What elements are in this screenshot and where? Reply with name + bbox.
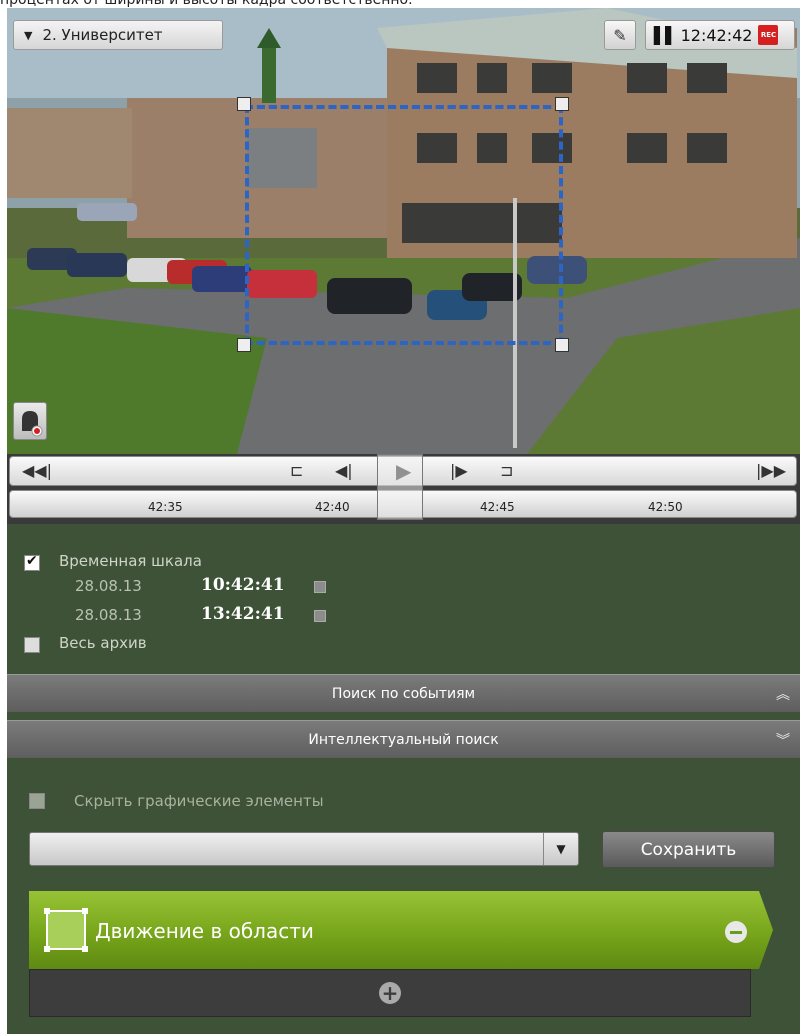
video-viewport[interactable]: ▼ 2. Университет ✎ ▌▌ 12:42:42 REC	[7, 8, 800, 454]
pencil-icon: ✎	[613, 25, 627, 45]
to-time[interactable]: 13:42:41	[201, 604, 285, 624]
area-detector-icon	[44, 908, 88, 952]
all-archive-checkbox[interactable]	[24, 637, 40, 653]
double-chevron-down-icon: ︾	[776, 732, 790, 749]
calendar-icon[interactable]	[314, 610, 326, 622]
skip-to-end-button[interactable]: |▶▶	[756, 461, 786, 480]
from-date[interactable]: 28.08.13	[75, 577, 142, 595]
smart-search-title: Интеллектуальный поиск	[308, 731, 499, 748]
timescale-label: Временная шкала	[59, 552, 202, 570]
minus-circle-icon[interactable]	[725, 921, 747, 943]
player-controls: ◀◀| ⊏ ◀| ▶ |▶ ⊐ |▶▶ 42:35 42:40 42:45 42…	[7, 454, 800, 524]
chevron-down-icon[interactable]: ▼	[543, 833, 578, 865]
hide-graphics-checkbox[interactable]	[29, 793, 45, 809]
mark-out-button[interactable]: ⊐	[500, 461, 513, 480]
mark-in-button[interactable]: ⊏	[290, 461, 303, 480]
event-search-title: Поиск по событиям	[331, 685, 476, 702]
save-button[interactable]: Сохранить	[602, 831, 775, 868]
clock-indicator[interactable]: ▌▌ 12:42:42 REC	[645, 20, 795, 50]
hide-graphics-label: Скрыть графические элементы	[74, 792, 324, 810]
clock-time: 12:42:42	[680, 25, 753, 45]
timescale-checkbox[interactable]	[24, 553, 40, 571]
plus-circle-icon[interactable]: +	[379, 982, 401, 1004]
page-caption: процентах от ширины и высоты кадра соотв…	[0, 0, 413, 8]
camera-name: 2. Университет	[42, 26, 163, 44]
detector-label: Движение в области	[95, 919, 314, 943]
all-archive-label: Весь архив	[59, 634, 147, 652]
pause-icon: ▌▌	[654, 25, 678, 45]
timeline-tick: 42:50	[648, 500, 683, 514]
edit-button[interactable]: ✎	[604, 20, 636, 50]
timeline-tick: 42:35	[148, 500, 183, 514]
area-handle-top-left[interactable]	[237, 97, 251, 111]
detection-area-outline[interactable]	[245, 105, 563, 345]
chevron-down-icon: ▼	[24, 28, 33, 42]
detector-item[interactable]: Движение в области	[29, 891, 773, 969]
rec-badge: REC	[758, 25, 779, 45]
timeline-tick: 42:45	[480, 500, 515, 514]
area-handle-top-right[interactable]	[555, 97, 569, 111]
area-handle-bottom-left[interactable]	[237, 338, 251, 352]
double-chevron-up-icon: ︽	[776, 686, 790, 703]
alarm-button[interactable]	[13, 402, 47, 440]
timeline-tick: 42:40	[315, 500, 350, 514]
add-detector-row[interactable]: +	[29, 969, 751, 1017]
camera-select[interactable]: ▼ 2. Университет	[13, 20, 223, 50]
alarm-bell-icon	[22, 411, 43, 437]
timeline-cursor[interactable]	[377, 454, 423, 520]
area-handle-bottom-right[interactable]	[555, 338, 569, 352]
smart-search-header[interactable]: Интеллектуальный поиск ︾	[7, 720, 800, 758]
step-forward-button[interactable]: |▶	[450, 461, 468, 480]
search-panel: Временная шкала 28.08.13 10:42:41 28.08.…	[7, 524, 800, 1034]
saved-search-select[interactable]: ▼	[29, 832, 579, 866]
event-search-header[interactable]: Поиск по событиям ︽	[7, 674, 800, 712]
from-time[interactable]: 10:42:41	[201, 575, 285, 595]
skip-to-start-button[interactable]: ◀◀|	[22, 461, 52, 480]
to-date[interactable]: 28.08.13	[75, 606, 142, 624]
step-back-button[interactable]: ◀|	[335, 461, 353, 480]
calendar-icon[interactable]	[314, 581, 326, 593]
